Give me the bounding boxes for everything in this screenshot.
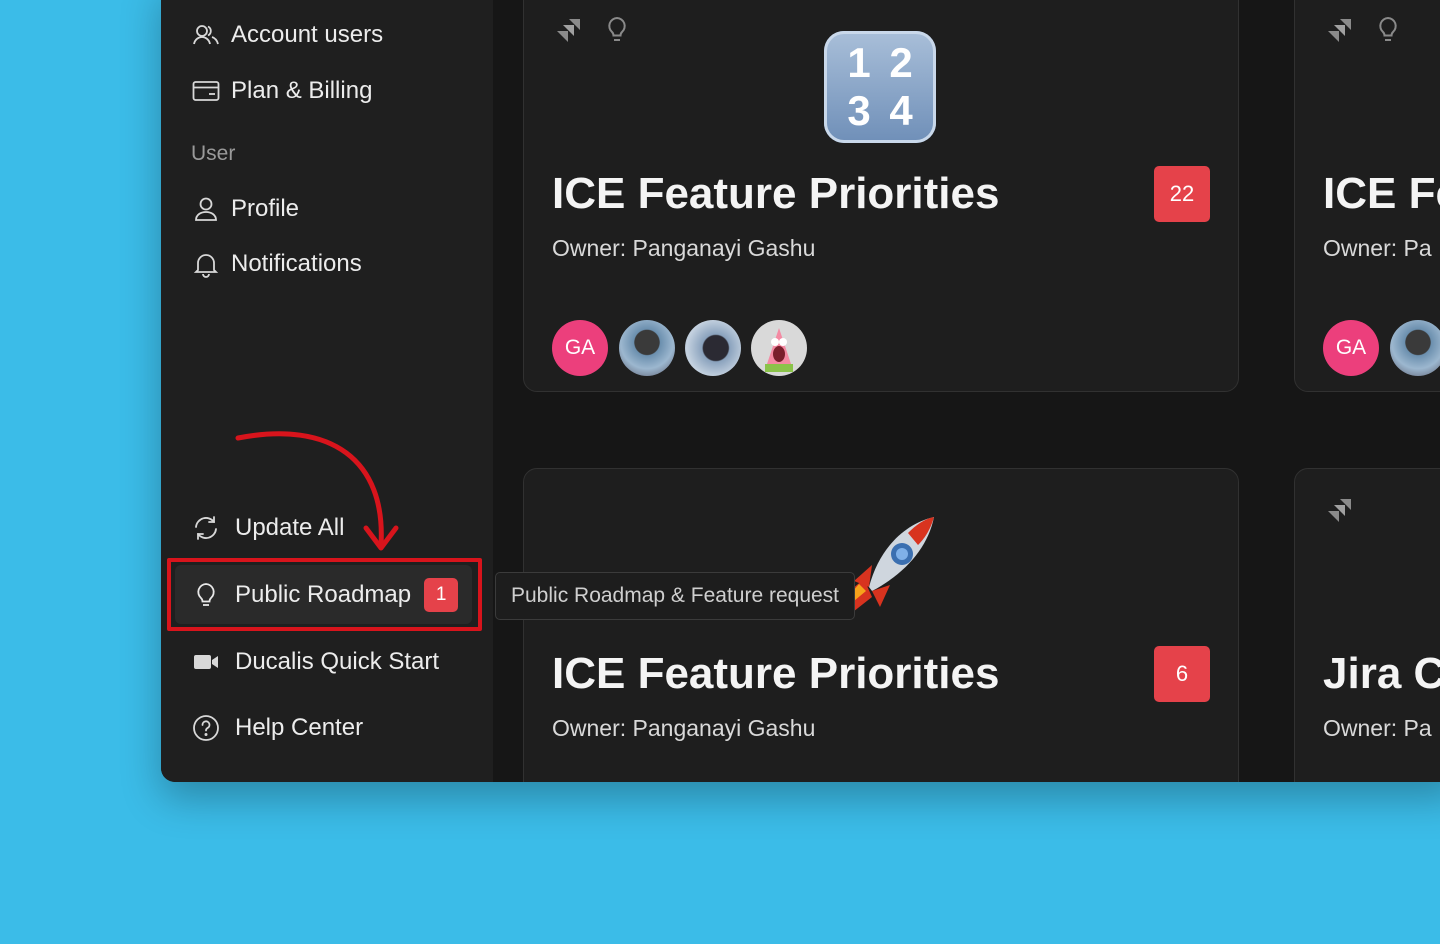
lightbulb-icon [191,580,221,610]
card-count-badge: 22 [1154,166,1210,222]
bell-icon [191,249,221,279]
app-window: Account users Plan & Billing User Profil… [161,0,1440,782]
avatar: GA [1323,320,1379,376]
sidebar-item-label: Help Center [235,714,364,741]
card-title: Jira C [1323,649,1440,698]
sidebar-item-label: Update All [235,514,345,541]
sidebar-item-quick-start[interactable]: Ducalis Quick Start [191,642,439,682]
sidebar-item-label: Account users [231,21,384,48]
sidebar-item-profile[interactable]: Profile [191,189,299,229]
jira-icon [1328,19,1351,42]
sidebar-item-label: Notifications [231,250,362,277]
refresh-icon [191,513,221,543]
lightbulb-icon [1379,16,1397,41]
lightbulb-icon [608,16,626,41]
sidebar-item-public-roadmap[interactable]: Public Roadmap 1 [191,575,459,615]
sidebar-item-help-center[interactable]: Help Center [191,708,363,748]
board-card[interactable]: ICE Feature Priorities 6 Owner: Panganay… [523,468,1239,782]
notification-badge: 1 [424,578,459,612]
avatar: GA [552,320,608,376]
board-card[interactable]: Jira C Owner: Pa [1294,468,1440,782]
jira-icon [557,19,580,42]
video-camera-icon [191,647,221,677]
sidebar-item-account-users[interactable]: Account users [191,15,383,55]
sidebar-item-update-all[interactable]: Update All [191,508,344,548]
sidebar: Account users Plan & Billing User Profil… [161,0,493,782]
jira-icon [1328,499,1351,522]
sidebar-item-label: Profile [231,195,300,222]
users-icon [191,20,221,50]
avatar [1390,320,1440,376]
tooltip: Public Roadmap & Feature request [495,572,856,620]
card-owner: Owner: Panganayi Gashu [552,715,816,741]
card-title: ICE Feature Priorities [552,649,1000,698]
credit-card-icon [191,76,221,106]
sidebar-item-plan-billing[interactable]: Plan & Billing [191,71,372,111]
card-count-badge: 6 [1154,646,1210,702]
avatar [685,320,741,376]
sidebar-item-label: Public Roadmap [235,581,412,608]
card-owner: Owner: Panganayi Gashu [552,235,816,261]
card-title: ICE Fe [1323,169,1440,218]
card-owner: Owner: Pa [1323,235,1432,261]
board-card[interactable]: 1 2 3 4 ICE Feature Priorities 22 Owner:… [523,0,1239,392]
numbers-emoji: 1 2 3 4 [824,31,936,143]
question-circle-icon [191,713,221,743]
sidebar-item-notifications[interactable]: Notifications [191,244,362,284]
sidebar-item-label: Plan & Billing [231,77,373,104]
sidebar-item-label: Ducalis Quick Start [235,648,440,675]
board-card[interactable]: ICE Fe Owner: Pa GA [1294,0,1440,392]
card-owner: Owner: Pa [1323,715,1432,741]
card-title: ICE Feature Priorities [552,169,1000,218]
avatar [751,320,807,376]
person-icon [191,194,221,224]
section-label-user: User [191,142,236,165]
avatar [619,320,675,376]
